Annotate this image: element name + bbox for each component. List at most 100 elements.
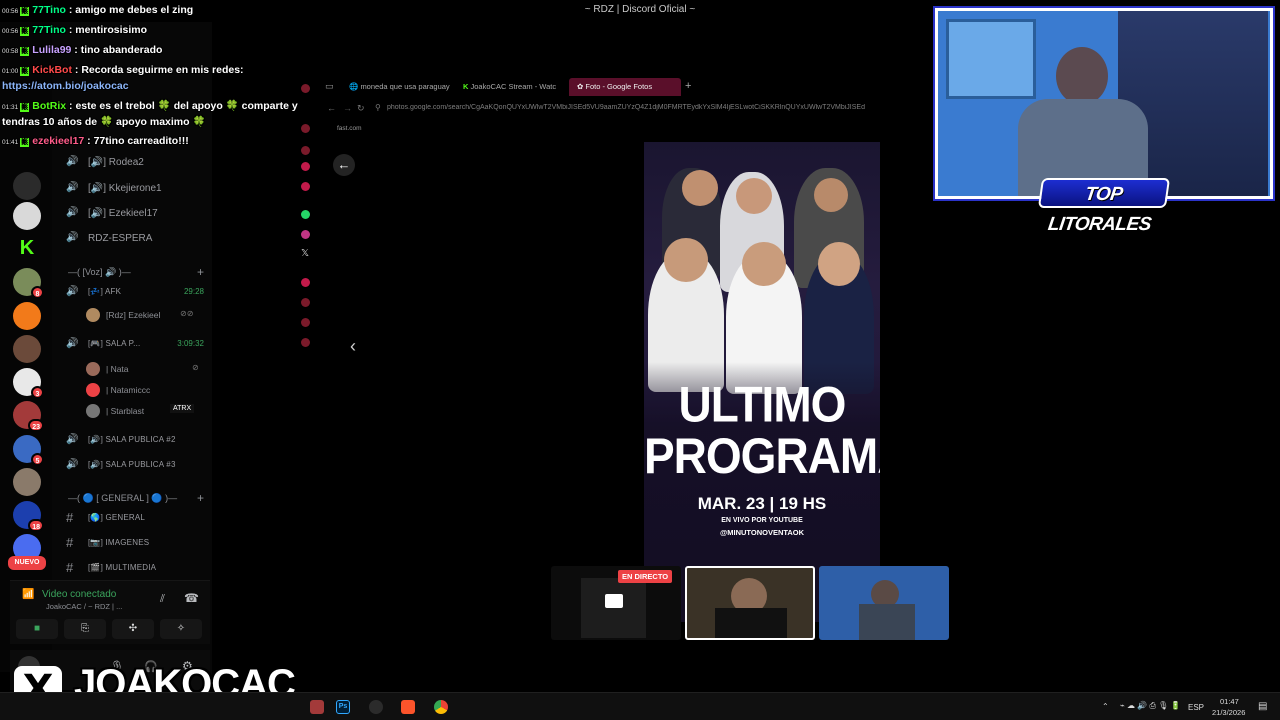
language-indicator[interactable]: ESP [1188, 703, 1204, 712]
site-info-icon[interactable]: ⚲ [375, 103, 381, 112]
chevron-up-icon[interactable]: ⌃ [1102, 702, 1109, 711]
voice-user-name: | Natamiccc [106, 385, 151, 395]
face [1056, 47, 1108, 105]
avatar [86, 362, 100, 376]
activities-button[interactable]: ✣ [112, 619, 154, 639]
voice-user-name: | Starblast [106, 406, 145, 416]
server-icon[interactable]: 23 [13, 401, 44, 432]
noise-suppression-icon[interactable]: ⫽ [160, 593, 165, 606]
server-icon[interactable] [13, 202, 41, 230]
soundboard-button[interactable]: ✧ [160, 619, 202, 639]
previous-photo-button[interactable]: ‹ [350, 336, 356, 357]
voice-channel[interactable]: 🔊 RDZ-ESPERA [52, 230, 212, 248]
photoshop-icon[interactable]: Ps [336, 700, 350, 714]
sidebar-icon[interactable] [301, 318, 310, 327]
chrome-icon[interactable] [434, 700, 448, 714]
instagram-icon[interactable] [301, 230, 310, 239]
stream-thumbnail[interactable] [819, 566, 949, 640]
voice-channel-afk[interactable]: 🔊 [💤] AFK 29:28 [52, 284, 212, 302]
voice-channel-link[interactable]: JoakoCAC / ~ RDZ | ... [46, 602, 122, 611]
channel-name: [🔊] SALA PUBLICA #2 [88, 435, 176, 444]
speaker-icon: 🔊 [66, 459, 79, 470]
bookmark-item[interactable]: fast.com [337, 125, 362, 132]
sidebar-icon[interactable] [301, 182, 310, 191]
clock-time[interactable]: 01:47 [1220, 697, 1239, 706]
server-icon[interactable] [13, 302, 41, 330]
photo-back-button[interactable]: ← [333, 154, 355, 176]
face [664, 238, 708, 282]
app-icon[interactable] [369, 700, 383, 714]
add-channel-icon[interactable]: + [197, 491, 204, 505]
category-voz[interactable]: —( [Voz] 🔊 )— + [52, 264, 212, 280]
sidebar-icon[interactable] [301, 338, 310, 347]
new-tab-icon[interactable]: + [685, 80, 691, 92]
clock-date[interactable]: 21/3/2026 [1212, 708, 1245, 717]
text-channel[interactable]: # [📷] IMAGENES [52, 535, 212, 553]
server-badge: 18 [28, 519, 44, 532]
channel-name: [🎮] SALA P... [88, 339, 141, 348]
x-icon[interactable]: 𝕏 [301, 248, 309, 259]
server-badge: 8 [31, 286, 44, 299]
chat-message: 00:56 K 77Tino : mentirosisimo [2, 24, 148, 36]
nuevo-badge: NUEVO [8, 556, 46, 570]
avatar [86, 404, 100, 418]
person [715, 608, 787, 638]
server-icon[interactable]: 8 [13, 268, 44, 299]
server-icon[interactable] [13, 172, 41, 200]
voice-user[interactable]: | Nata ⊘ [52, 360, 212, 378]
hashtag-icon: # [66, 510, 74, 525]
browser-tab-active[interactable]: ✿ Foto - Google Fotos [569, 78, 681, 96]
kick-server-icon[interactable]: K [13, 234, 41, 262]
voice-channel[interactable]: 🔊 [🔊] SALA PUBLICA #2 [52, 432, 212, 450]
server-icon[interactable] [13, 335, 41, 363]
server-icon[interactable]: 3 [13, 368, 44, 399]
voice-channel[interactable]: 🔊 [🔊] Ezekieel17 [52, 205, 212, 223]
server-icon[interactable]: 18 [13, 501, 44, 532]
tray-icons[interactable]: ⌁ ☁ 🔊 ⎙ 🎙 🔋 [1120, 701, 1180, 711]
share-screen-button[interactable]: ⎘ [64, 619, 106, 639]
voice-channel[interactable]: 🔊 [🔊] Kkejierone1 [52, 180, 212, 198]
voice-user[interactable]: | Starblast ATRX [52, 402, 212, 420]
voice-channel-sala-p[interactable]: 🔊 [🎮] SALA P... 3:09:32 [52, 336, 212, 354]
kick-icon: K [20, 47, 30, 56]
server-icon[interactable] [13, 468, 41, 496]
brave-icon[interactable] [401, 700, 415, 714]
server-badge: 23 [28, 419, 44, 432]
live-badge: EN DIRECTO [618, 570, 673, 583]
face [742, 242, 786, 286]
app-icon[interactable] [310, 700, 324, 714]
server-icon[interactable]: 5 [13, 435, 44, 466]
chat-link[interactable]: https://atom.bio/joakocac [2, 80, 129, 96]
channel-name: [📷] IMAGENES [88, 538, 150, 547]
kick-icon: K [20, 27, 30, 36]
whatsapp-icon[interactable] [301, 210, 310, 219]
speaker-icon: 🔊 [66, 232, 79, 243]
category-general[interactable]: —( 🔵 [ GENERAL ] 🔵 )— + [52, 490, 212, 506]
voice-channel[interactable]: 🔊 [🔊] SALA PUBLICA #3 [52, 457, 212, 475]
sidebar-icon[interactable] [301, 278, 310, 287]
voice-channel[interactable]: 🔊 [🔊] Rodea2 [52, 154, 212, 172]
forward-icon[interactable]: → [343, 103, 352, 113]
sidebar-icon[interactable] [301, 162, 310, 171]
chat-message: 00:56 K 77Tino : amigo me debes el zing [2, 4, 194, 16]
hashtag-icon: # [66, 535, 74, 550]
sidebar-icon[interactable] [301, 298, 310, 307]
notification-icon[interactable]: ▤ [1258, 701, 1267, 712]
voice-user[interactable]: [Rdz] Ezekieel ⊘⊘ [52, 306, 212, 324]
browser-tab[interactable]: 🌐 moneda que usa paraguay [341, 78, 458, 96]
channel-name: [🔊] Kkejierone1 [88, 183, 162, 194]
server-badge: 5 [31, 453, 44, 466]
voice-user[interactable]: | Natamiccc [52, 381, 212, 399]
face [818, 242, 860, 286]
add-channel-icon[interactable]: + [197, 265, 204, 279]
browser-tab[interactable]: K JoakoCAC Stream - Watc [455, 78, 564, 96]
poster-title: ULTIMO PROGRAMA [644, 376, 880, 484]
text-channel[interactable]: # [🎬] MULTIMEDIA [52, 560, 212, 578]
camera-button[interactable]: ■ [16, 619, 58, 639]
stream-thumbnail-active[interactable] [685, 566, 815, 640]
text-channel[interactable]: # [🌎] GENERAL [52, 510, 212, 528]
kick-icon: K [20, 7, 30, 16]
screen-share-icon [605, 594, 623, 608]
disconnect-icon[interactable]: ☎ [184, 591, 199, 605]
reload-icon[interactable]: ↻ [357, 103, 365, 114]
